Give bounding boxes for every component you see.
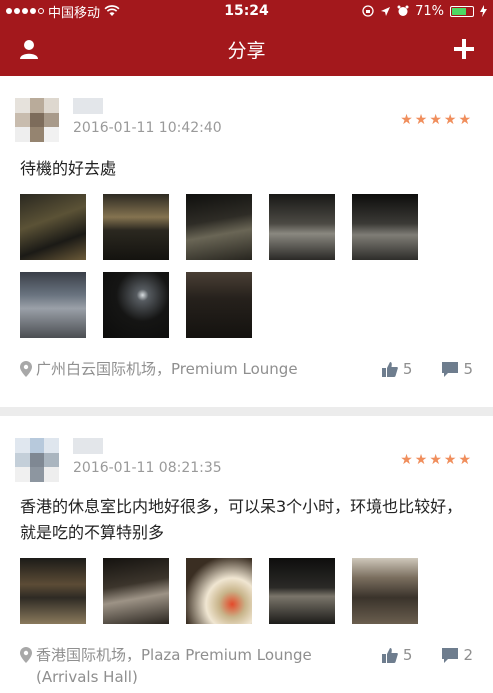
comment-icon — [442, 647, 459, 663]
rotation-lock-icon — [362, 5, 374, 17]
post-actions: 5 2 — [381, 644, 473, 666]
charging-icon — [480, 5, 487, 17]
nav-bar: 分享 — [0, 22, 493, 76]
post-text: 香港的休息室比内地好很多，可以呆3个小时，环境也比较好，就是吃的不算特别多 — [20, 497, 463, 542]
like-count: 5 — [402, 360, 413, 378]
photo-thumbnail[interactable] — [186, 272, 252, 338]
location[interactable]: 广州白云国际机场，Premium Lounge — [20, 358, 340, 380]
comment-count: 5 — [463, 360, 473, 378]
plus-icon[interactable] — [453, 38, 475, 60]
photo-thumbnail[interactable] — [20, 558, 86, 624]
photo-thumbnail[interactable] — [269, 558, 335, 624]
post-card[interactable]: 2016-01-11 10:42:40 ★★★★★ 待機的好去處 广州白云国际机… — [0, 76, 493, 407]
photo-grid — [20, 194, 473, 338]
photo-thumbnail[interactable] — [20, 194, 86, 260]
location[interactable]: 香港国际机场，Plaza Premium Lounge (Arrivals Ha… — [20, 644, 330, 688]
comment-button[interactable]: 5 — [442, 358, 473, 380]
battery-icon — [450, 5, 474, 17]
photo-thumbnail[interactable] — [186, 194, 252, 260]
avatar[interactable] — [15, 98, 59, 142]
alarm-icon — [397, 5, 409, 16]
status-time: 15:24 — [224, 3, 269, 19]
photo-thumbnail[interactable] — [352, 194, 418, 260]
location-pin-icon — [20, 647, 32, 663]
carrier-label: 中国移动 — [48, 5, 101, 21]
photo-thumbnail[interactable] — [186, 558, 252, 624]
like-count: 5 — [402, 646, 413, 664]
rating-stars: ★★★★★ — [400, 112, 473, 128]
like-button[interactable]: 5 — [381, 644, 413, 666]
status-right: 71% — [362, 4, 487, 19]
comment-icon — [442, 361, 459, 377]
photo-thumbnail[interactable] — [103, 194, 169, 260]
post-meta: 2016-01-11 10:42:40 — [73, 98, 222, 142]
post-header: 2016-01-11 08:21:35 — [15, 416, 473, 482]
username-blurred — [73, 98, 103, 114]
post-timestamp: 2016-01-11 10:42:40 — [73, 120, 222, 136]
status-bar: 中国移动 15:24 71% — [0, 0, 493, 22]
page-title: 分享 — [227, 39, 266, 62]
photo-thumbnail[interactable] — [352, 558, 418, 624]
post-footer: 广州白云国际机场，Premium Lounge 5 5 — [20, 358, 473, 380]
post-footer: 香港国际机场，Plaza Premium Lounge (Arrivals Ha… — [20, 644, 473, 688]
post-actions: 5 5 — [381, 358, 473, 380]
user-icon[interactable] — [18, 38, 40, 60]
thumbs-up-icon — [381, 647, 398, 663]
rating-stars: ★★★★★ — [400, 452, 473, 468]
wifi-icon — [104, 5, 120, 16]
thumbs-up-icon — [381, 361, 398, 377]
photo-thumbnail[interactable] — [20, 272, 86, 338]
avatar[interactable] — [15, 438, 59, 482]
like-button[interactable]: 5 — [381, 358, 413, 380]
status-left: 中国移动 — [6, 2, 120, 21]
signal-icon — [6, 8, 44, 14]
post-header: 2016-01-11 10:42:40 — [15, 76, 473, 142]
post-timestamp: 2016-01-11 08:21:35 — [73, 460, 222, 476]
post-separator — [0, 407, 493, 416]
location-arrow-icon — [381, 6, 391, 16]
photo-thumbnail[interactable] — [269, 194, 335, 260]
comment-button[interactable]: 2 — [442, 644, 473, 666]
post-meta: 2016-01-11 08:21:35 — [73, 438, 222, 482]
battery-percent: 71% — [415, 3, 444, 19]
post-text: 待機的好去處 — [20, 159, 117, 178]
username-blurred — [73, 438, 103, 454]
photo-grid — [20, 558, 473, 624]
location-pin-icon — [20, 361, 32, 377]
location-text: 广州白云国际机场，Premium Lounge — [36, 360, 298, 378]
photo-thumbnail[interactable] — [103, 558, 169, 624]
location-text: 香港国际机场，Plaza Premium Lounge (Arrivals Ha… — [36, 646, 312, 686]
photo-thumbnail[interactable] — [103, 272, 169, 338]
comment-count: 2 — [463, 646, 473, 664]
post-card[interactable]: 2016-01-11 08:21:35 ★★★★★ 香港的休息室比内地好很多，可… — [0, 416, 493, 693]
